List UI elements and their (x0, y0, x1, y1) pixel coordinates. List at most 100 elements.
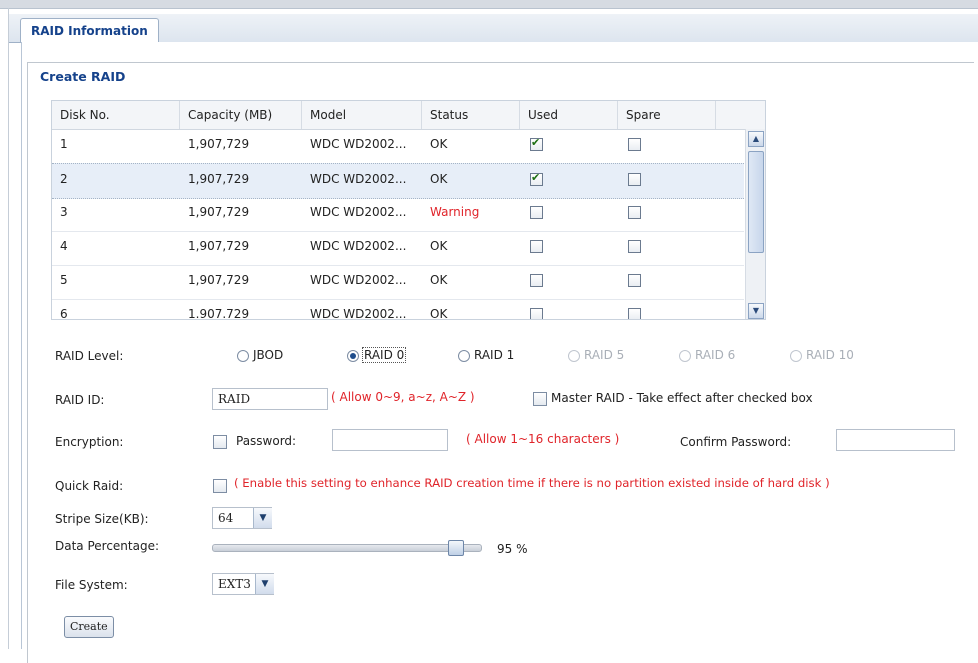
col-used[interactable]: Used (520, 101, 618, 129)
table-row[interactable]: 3 1,907,729 WDC WD2002... Warning (52, 197, 744, 232)
create-raid-legend: Create RAID (36, 69, 130, 84)
model-cell: WDC WD2002... (310, 205, 407, 219)
used-checkbox[interactable] (530, 171, 543, 186)
capacity-cell: 1,907,729 (188, 205, 250, 219)
scroll-up-icon[interactable]: ▲ (748, 131, 764, 147)
radio-jbod-label: JBOD (253, 348, 284, 362)
spare-checkbox[interactable] (628, 274, 641, 287)
table-row[interactable]: 1 1,907,729 WDC WD2002... OK (52, 129, 744, 164)
window-top-border (0, 0, 978, 9)
spare-checkbox[interactable] (628, 308, 641, 319)
model-cell: WDC WD2002... (310, 172, 407, 186)
status-cell: OK (430, 172, 448, 186)
grid-header: Disk No. Capacity (MB) Model Status Used… (52, 101, 765, 130)
file-system-value: EXT3 (218, 577, 251, 591)
col-spare[interactable]: Spare (618, 101, 716, 129)
capacity-cell: 1,907,729 (188, 239, 250, 253)
capacity-cell: 1,907,729 (188, 172, 250, 186)
table-row[interactable]: 5 1,907,729 WDC WD2002... OK (52, 265, 744, 300)
chevron-down-icon[interactable]: ▼ (253, 508, 272, 528)
data-percentage-value: 95 % (497, 542, 528, 556)
radio-raid5-label: RAID 5 (584, 348, 625, 362)
table-row[interactable]: 2 1,907,729 WDC WD2002... OK (52, 163, 744, 199)
grid-scrollbar[interactable]: ▲ ▼ (745, 129, 765, 319)
create-button[interactable]: Create (64, 616, 114, 638)
data-percentage-label: Data Percentage: (55, 539, 160, 553)
disk-no-cell: 1 (60, 137, 68, 151)
capacity-cell: 1.907.729 (188, 307, 250, 320)
col-spacer (716, 101, 765, 129)
model-cell: WDC WD2002... (310, 273, 407, 287)
slider-handle[interactable] (448, 540, 464, 556)
encryption-label: Encryption: (55, 435, 124, 449)
radio-raid1-label: RAID 1 (474, 348, 515, 362)
spare-checkbox[interactable] (628, 240, 641, 253)
password-label: Password: (236, 434, 297, 448)
disk-no-cell: 6 (60, 307, 68, 320)
col-capacity[interactable]: Capacity (MB) (180, 101, 302, 129)
model-cell: WDC WD2002... (310, 137, 407, 151)
file-system-label: File System: (55, 578, 128, 592)
raid-id-label: RAID ID: (55, 393, 105, 407)
table-row[interactable]: 4 1,907,729 WDC WD2002... OK (52, 231, 744, 266)
scroll-down-icon[interactable]: ▼ (748, 303, 764, 319)
status-cell: OK (430, 307, 448, 320)
radio-raid5 (568, 350, 580, 362)
disk-no-cell: 4 (60, 239, 68, 253)
raid-id-input[interactable]: RAID (212, 388, 328, 410)
confirm-password-input[interactable] (836, 429, 955, 451)
spare-checkbox[interactable] (628, 173, 641, 186)
scroll-thumb[interactable] (748, 151, 764, 253)
radio-raid0[interactable] (347, 350, 359, 362)
status-cell: OK (430, 137, 448, 151)
stripe-size-value: 64 (218, 511, 234, 525)
master-raid-checkbox[interactable] (533, 392, 547, 406)
radio-raid10-label: RAID 10 (806, 348, 854, 362)
disk-grid: Disk No. Capacity (MB) Model Status Used… (51, 100, 766, 320)
radio-raid6 (679, 350, 691, 362)
window-left-border (8, 8, 9, 649)
radio-raid6-label: RAID 6 (695, 348, 736, 362)
table-row[interactable]: 6 1.907.729 WDC WD2002... OK (52, 299, 744, 320)
spare-checkbox[interactable] (628, 206, 641, 219)
disk-no-cell: 3 (60, 205, 68, 219)
confirm-password-label: Confirm Password: (680, 435, 792, 449)
master-raid-label: Master RAID - Take effect after checked … (551, 391, 813, 405)
password-input[interactable] (332, 429, 448, 451)
radio-jbod[interactable] (237, 350, 249, 362)
model-cell: WDC WD2002... (310, 307, 407, 320)
radio-raid1[interactable] (458, 350, 470, 362)
stripe-size-select[interactable]: 64 ▼ (212, 507, 272, 529)
radio-raid10 (790, 350, 802, 362)
disk-no-cell: 5 (60, 273, 68, 287)
status-cell: OK (430, 273, 448, 287)
password-hint: ( Allow 1~16 characters ) (466, 432, 620, 446)
disk-no-cell: 2 (60, 172, 68, 186)
used-checkbox[interactable] (530, 240, 543, 253)
used-checkbox[interactable] (530, 274, 543, 287)
stripe-size-label: Stripe Size(KB): (55, 512, 149, 526)
spare-checkbox[interactable] (628, 138, 641, 151)
chevron-down-icon[interactable]: ▼ (255, 574, 274, 594)
model-cell: WDC WD2002... (310, 239, 407, 253)
quick-raid-checkbox[interactable] (213, 479, 227, 493)
capacity-cell: 1,907,729 (188, 273, 250, 287)
raid-id-hint: ( Allow 0~9, a~z, A~Z ) (331, 390, 475, 404)
capacity-cell: 1,907,729 (188, 137, 250, 151)
file-system-select[interactable]: EXT3 ▼ (212, 573, 274, 595)
used-checkbox[interactable] (530, 206, 543, 219)
raid-level-label: RAID Level: (55, 349, 124, 363)
used-checkbox[interactable] (530, 308, 543, 319)
col-status[interactable]: Status (422, 101, 520, 129)
tab-raid-information[interactable]: RAID Information (20, 18, 159, 43)
encryption-checkbox[interactable] (213, 435, 227, 449)
status-cell: OK (430, 239, 448, 253)
status-cell: Warning (430, 205, 480, 219)
quick-raid-label: Quick Raid: (55, 479, 124, 493)
col-disk-no[interactable]: Disk No. (52, 101, 180, 129)
radio-raid0-label: RAID 0 (361, 347, 407, 363)
data-percentage-slider[interactable] (212, 540, 482, 556)
col-model[interactable]: Model (302, 101, 422, 129)
used-checkbox[interactable] (530, 136, 543, 151)
quick-raid-hint: ( Enable this setting to enhance RAID cr… (234, 476, 830, 490)
